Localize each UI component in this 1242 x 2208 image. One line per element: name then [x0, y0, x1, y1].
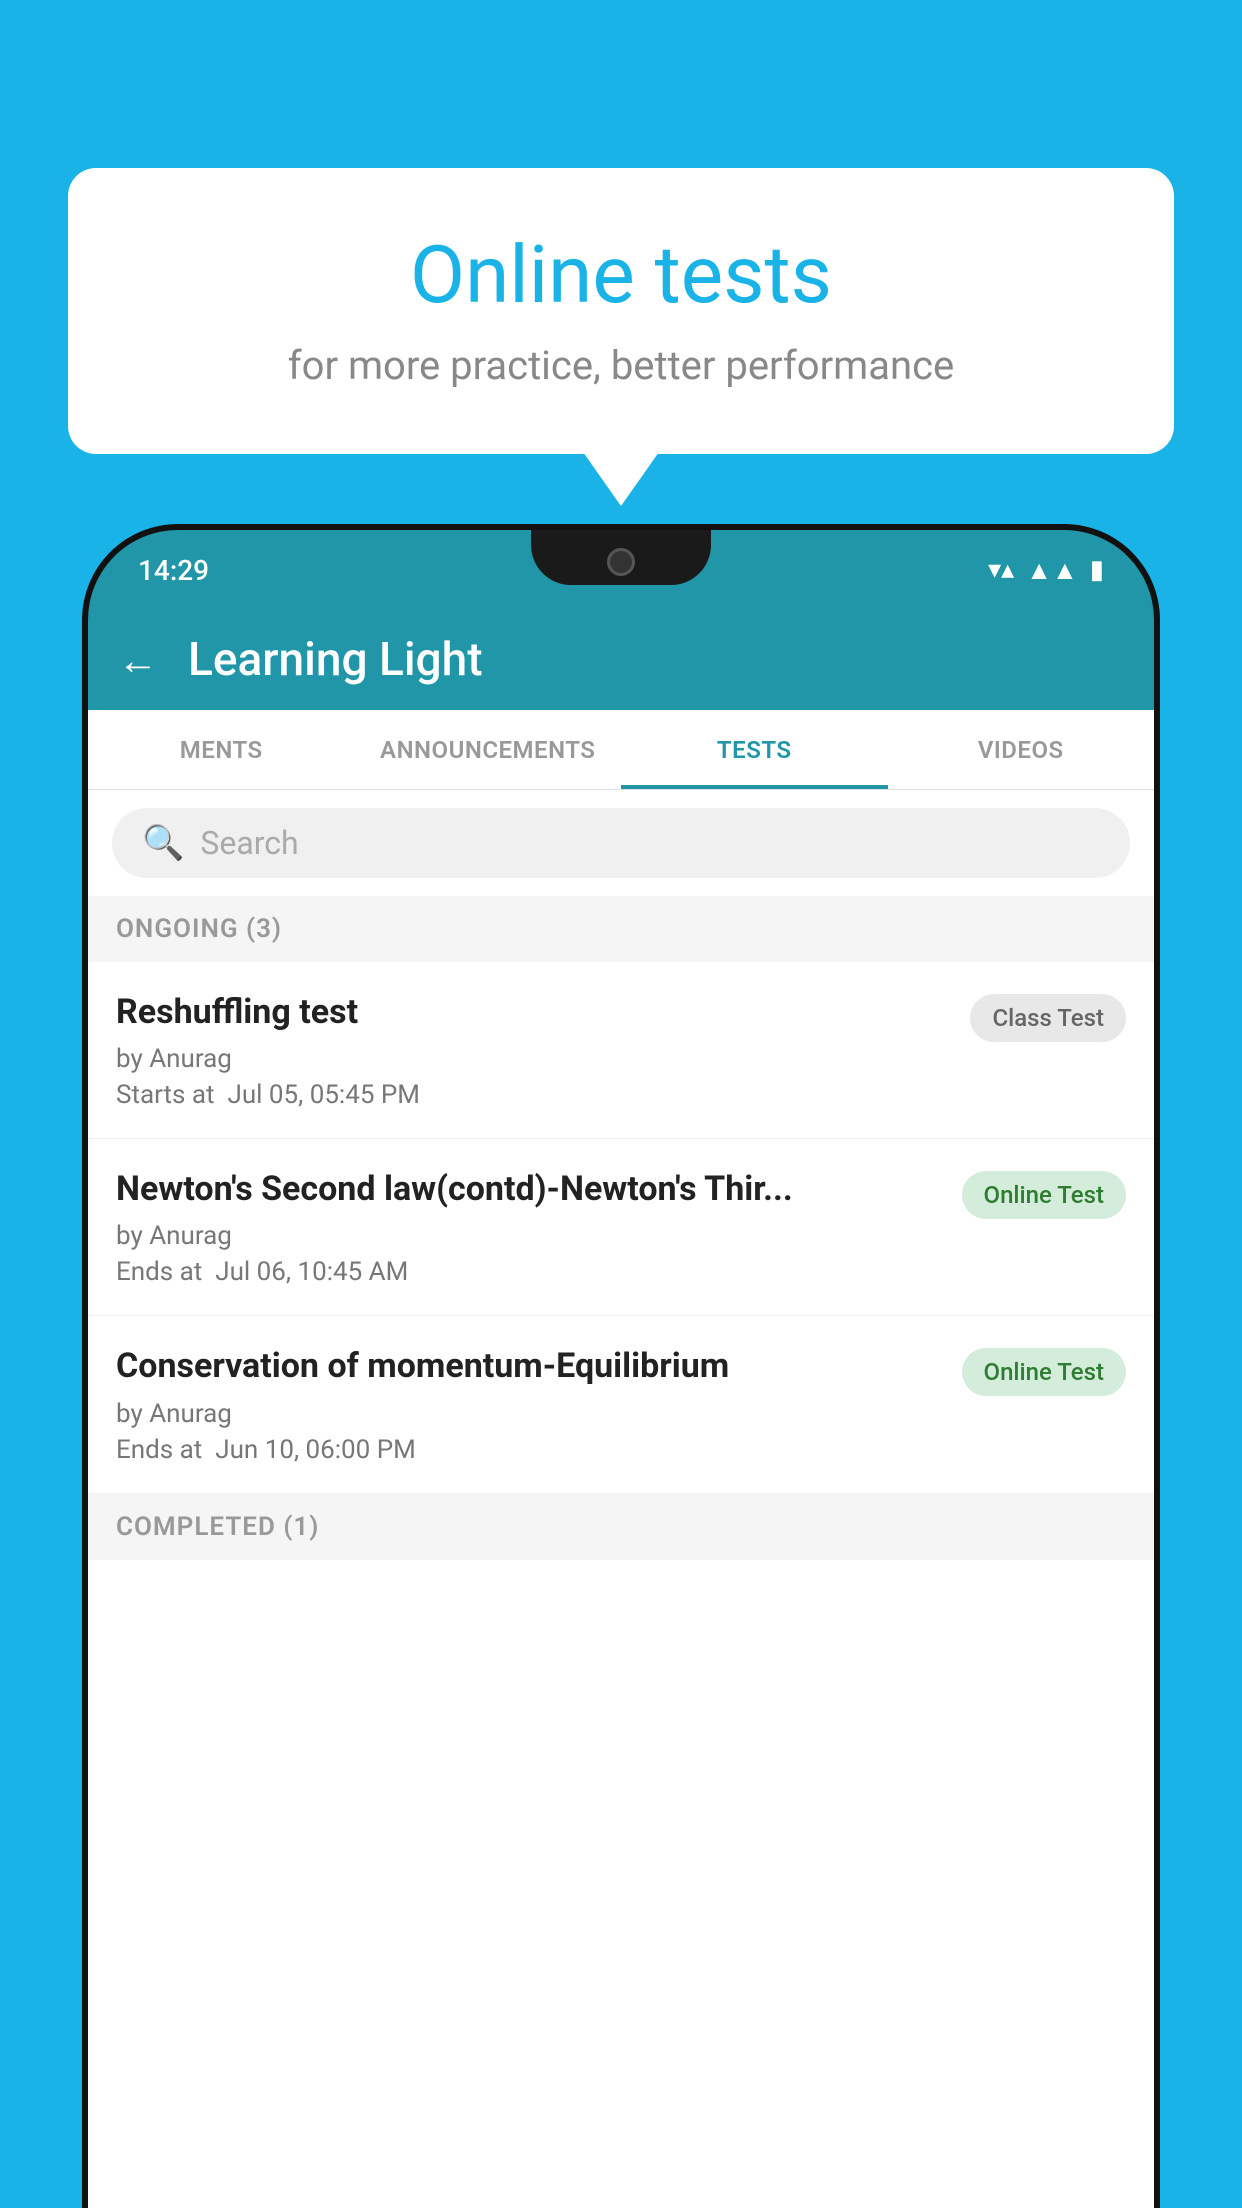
test-author-2: by Anurag [116, 1221, 942, 1251]
tab-videos[interactable]: VIDEOS [888, 710, 1155, 789]
speech-bubble: Online tests for more practice, better p… [68, 168, 1174, 454]
test-author-3: by Anurag [116, 1399, 942, 1429]
bubble-title: Online tests [148, 228, 1094, 322]
status-icons: ▾▴ ▲▲ ▮ [988, 555, 1104, 586]
test-badge-1: Class Test [970, 994, 1126, 1042]
test-info-1: Reshuffling test by Anurag Starts at Jul… [116, 990, 970, 1110]
signal-icon: ▲▲ [1026, 555, 1077, 586]
test-info-2: Newton's Second law(contd)-Newton's Thir… [116, 1167, 962, 1287]
tab-tests[interactable]: TESTS [621, 710, 888, 789]
wifi-icon: ▾▴ [988, 555, 1014, 585]
search-placeholder: Search [200, 824, 298, 862]
test-badge-2: Online Test [962, 1171, 1126, 1219]
phone-frame: 14:29 ▾▴ ▲▲ ▮ ← Learning Light MENTS ANN… [88, 530, 1154, 2208]
ongoing-section-header: ONGOING (3) [88, 896, 1154, 962]
test-title-2: Newton's Second law(contd)-Newton's Thir… [116, 1167, 942, 1211]
test-time-1: Starts at Jul 05, 05:45 PM [116, 1080, 950, 1110]
status-time: 14:29 [138, 554, 209, 587]
test-time-2: Ends at Jul 06, 10:45 AM [116, 1257, 942, 1287]
back-button[interactable]: ← [118, 637, 158, 684]
test-title-1: Reshuffling test [116, 990, 950, 1034]
battery-icon: ▮ [1090, 555, 1104, 585]
test-item[interactable]: Newton's Second law(contd)-Newton's Thir… [88, 1139, 1154, 1316]
test-author-1: by Anurag [116, 1044, 950, 1074]
completed-section-header: COMPLETED (1) [88, 1494, 1154, 1560]
test-item[interactable]: Reshuffling test by Anurag Starts at Jul… [88, 962, 1154, 1139]
test-badge-3: Online Test [962, 1348, 1126, 1396]
app-title: Learning Light [188, 633, 483, 687]
bubble-subtitle: for more practice, better performance [148, 342, 1094, 389]
test-time-3: Ends at Jun 10, 06:00 PM [116, 1435, 942, 1465]
status-bar: 14:29 ▾▴ ▲▲ ▮ [88, 530, 1154, 610]
tab-announcements[interactable]: ANNOUNCEMENTS [355, 710, 622, 789]
search-input[interactable]: 🔍 Search [112, 808, 1130, 878]
front-camera [607, 548, 635, 576]
test-title-3: Conservation of momentum-Equilibrium [116, 1344, 942, 1388]
tabs-container: MENTS ANNOUNCEMENTS TESTS VIDEOS [88, 710, 1154, 790]
test-item[interactable]: Conservation of momentum-Equilibrium by … [88, 1316, 1154, 1493]
search-container: 🔍 Search [88, 790, 1154, 896]
phone-inner: MENTS ANNOUNCEMENTS TESTS VIDEOS 🔍 Searc… [88, 710, 1154, 2208]
tab-ments[interactable]: MENTS [88, 710, 355, 789]
test-info-3: Conservation of momentum-Equilibrium by … [116, 1344, 962, 1464]
app-header: ← Learning Light [88, 610, 1154, 710]
search-icon: 🔍 [142, 823, 184, 863]
phone-notch [531, 530, 711, 585]
